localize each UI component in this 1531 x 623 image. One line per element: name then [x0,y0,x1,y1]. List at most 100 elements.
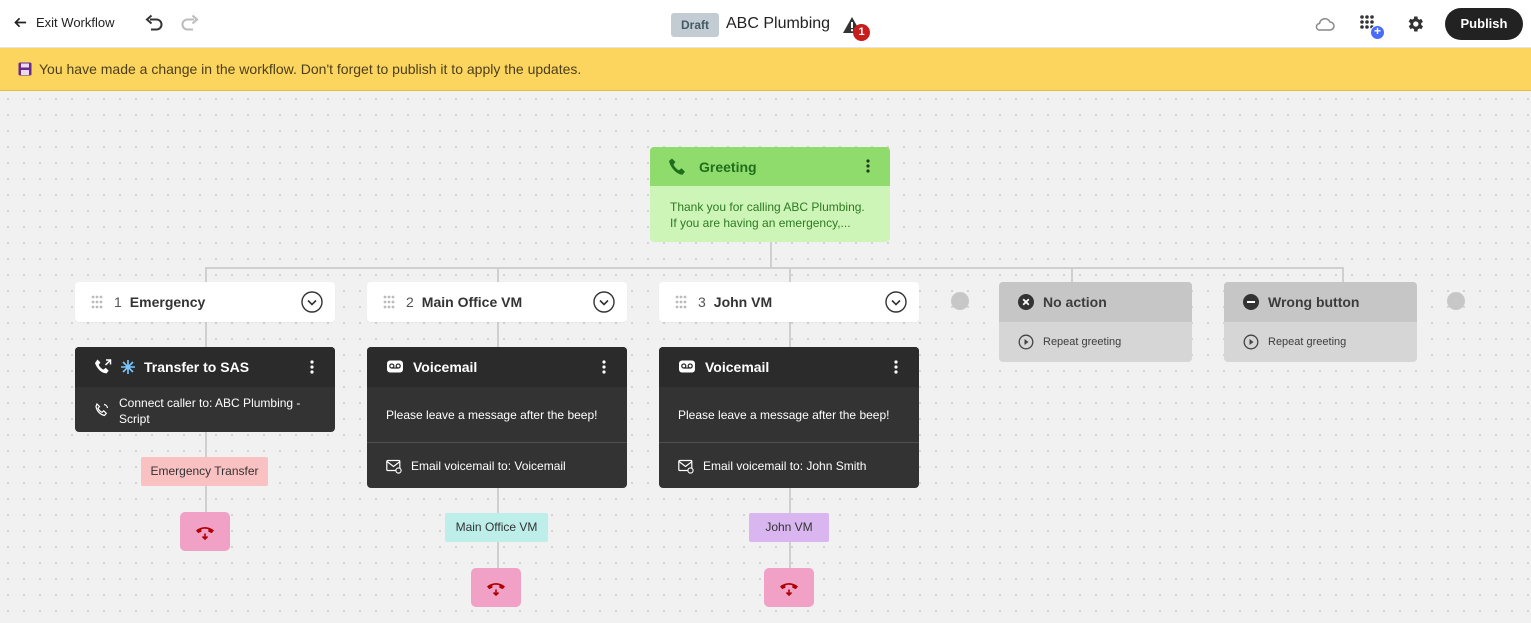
kebab-icon[interactable] [602,360,606,374]
grip-icon[interactable] [383,295,395,309]
arrow-left-icon [14,17,27,28]
transfer-line-1: Connect caller to: ABC Plumbing - [119,396,301,410]
voicemail-node-main[interactable]: Voicemail Please leave a message after t… [367,347,627,488]
email-icon [678,459,694,474]
email-icon [386,459,402,474]
hangup-node[interactable] [764,568,814,607]
repeat-icon [1243,334,1259,350]
option-john-vm[interactable]: 3 John VM [659,282,919,322]
connector-line [205,267,1344,269]
repeat-icon [1018,334,1034,350]
apps-add-badge: + [1370,25,1385,40]
x-circle-icon [1018,294,1034,310]
connector-line [789,322,791,347]
connector-line [770,242,772,268]
option-number: 1 [114,294,122,310]
connector-line [1342,267,1344,282]
alert-count-badge: 1 [853,24,870,41]
greeting-line-2: If you are having an emergency,... [670,216,851,230]
wrong-button-label: Repeat greeting [1268,336,1347,348]
voicemail-email-row: Email voicemail to: Voicemail [367,443,627,488]
no-action-header: No action [999,282,1192,322]
phone-connect-icon [95,402,109,417]
greeting-header: Greeting [650,147,890,186]
add-option-dot[interactable] [1447,292,1465,310]
hangup-icon [780,582,798,596]
wrong-button-body: Repeat greeting [1224,322,1417,362]
main-office-vm-tag[interactable]: Main Office VM [445,513,548,542]
voicemail-email-text: Email voicemail to: Voicemail [411,458,566,473]
hangup-node[interactable] [471,568,521,607]
greeting-body: Thank you for calling ABC Plumbing. If y… [650,186,890,242]
voicemail-email-row: Email voicemail to: John Smith [659,443,919,488]
voicemail-message: Please leave a message after the beep! [367,387,627,442]
workflow-title[interactable]: ABC Plumbing [726,15,830,33]
option-name: Emergency [129,294,206,310]
cloud-icon[interactable] [1313,15,1335,33]
option-main-office-vm[interactable]: 2 Main Office VM [367,282,627,322]
chevron-down-icon[interactable] [593,291,615,313]
chevron-down-icon[interactable] [301,291,323,313]
phone-icon [669,158,685,175]
no-action-body: Repeat greeting [999,322,1192,362]
voicemail-icon [387,360,403,373]
minus-circle-icon [1243,294,1259,310]
voicemail-message: Please leave a message after the beep! [659,387,919,442]
john-vm-tag[interactable]: John VM [749,513,829,542]
no-action-node[interactable]: No action Repeat greeting [999,282,1192,362]
add-option-dot[interactable] [951,292,969,310]
no-action-title: No action [1043,294,1107,310]
transfer-title: Transfer to SAS [144,359,250,375]
hangup-icon [487,582,505,596]
voicemail-message-text: Please leave a message after the beep! [678,407,890,422]
snowflake-icon [121,360,135,374]
connector-line [1071,267,1073,282]
transfer-node[interactable]: Transfer to SAS Connect caller to: ABC P… [75,347,335,432]
exit-workflow-label: Exit Workflow [36,15,115,30]
hangup-node[interactable] [180,512,230,551]
wrong-button-node[interactable]: Wrong button Repeat greeting [1224,282,1417,362]
option-name: Main Office VM [421,294,523,310]
save-icon [18,62,32,76]
wrong-button-header: Wrong button [1224,282,1417,322]
status-badge: Draft [671,13,720,37]
gear-icon[interactable] [1405,14,1425,34]
connector-line [789,267,791,282]
top-bar: Exit Workflow Draft ABC Plumbing 1 + Pub… [0,0,1531,48]
voicemail-node-john[interactable]: Voicemail Please leave a message after t… [659,347,919,488]
option-number: 2 [406,294,414,310]
phone-transfer-icon [95,359,112,374]
option-name: John VM [713,294,773,310]
voicemail-header: Voicemail [367,347,627,387]
no-action-label: Repeat greeting [1043,336,1122,348]
connector-line [497,322,499,347]
connector-line [497,267,499,282]
greeting-line-1: Thank you for calling ABC Plumbing. [670,200,865,214]
option-emergency[interactable]: 1 Emergency [75,282,335,322]
unpublished-changes-banner: You have made a change in the workflow. … [0,48,1531,91]
grip-icon[interactable] [91,295,103,309]
voicemail-email-text: Email voicemail to: John Smith [703,458,867,473]
option-number: 3 [698,294,706,310]
voicemail-title: Voicemail [705,359,770,375]
kebab-icon[interactable] [894,360,898,374]
redo-icon[interactable] [180,13,200,33]
kebab-icon[interactable] [310,360,314,374]
connector-line [205,267,207,282]
grip-icon[interactable] [675,295,687,309]
chevron-down-icon[interactable] [885,291,907,313]
kebab-icon[interactable] [866,159,870,173]
transfer-connect-row: Connect caller to: ABC Plumbing - Script [75,387,335,427]
wrong-button-title: Wrong button [1268,294,1360,310]
transfer-header: Transfer to SAS [75,347,335,387]
publish-button[interactable]: Publish [1445,8,1523,40]
greeting-node[interactable]: Greeting Thank you for calling ABC Plumb… [650,147,890,242]
hangup-icon [196,526,214,540]
emergency-transfer-tag[interactable]: Emergency Transfer [141,457,268,486]
greeting-title: Greeting [699,158,757,175]
undo-icon[interactable] [144,13,164,33]
exit-workflow-button[interactable]: Exit Workflow [14,15,115,30]
connector-line [205,322,207,347]
voicemail-icon [679,360,695,373]
banner-message: You have made a change in the workflow. … [39,61,582,77]
